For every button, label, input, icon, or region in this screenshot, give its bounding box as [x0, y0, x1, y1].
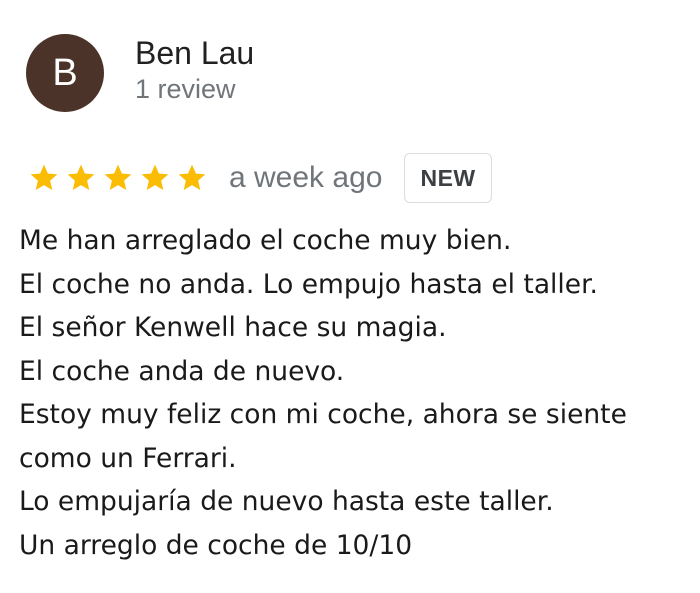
review-text: Me han arreglado el coche muy bien. El c…	[19, 219, 694, 567]
new-badge: NEW	[404, 153, 492, 203]
review-line: El coche anda de nuevo.	[19, 355, 345, 387]
review-line: como un Ferrari.	[19, 442, 237, 474]
review-line: El señor Kenwell hace su magia.	[19, 312, 447, 343]
review-count: 1 review	[135, 74, 236, 104]
star-icon	[176, 162, 208, 194]
star-icon	[139, 162, 171, 194]
review-line: Un arreglo de coche de 10/10	[19, 529, 413, 561]
review-line: Me han arreglado el coche muy bien.	[19, 225, 512, 256]
star-rating	[28, 162, 213, 194]
reviewer-header: B Ben Lau 1 review	[26, 34, 254, 112]
review-time: a week ago	[229, 161, 383, 194]
review-line: Lo empujaría de nuevo hasta este taller.	[19, 486, 554, 517]
avatar-letter: B	[52, 51, 78, 94]
star-icon	[102, 162, 134, 194]
reviewer-name[interactable]: Ben Lau	[135, 34, 254, 72]
avatar[interactable]: B	[26, 34, 104, 112]
review-line: Estoy muy feliz con mi coche, ahora se s…	[19, 399, 627, 430]
review-line: El coche no anda. Lo empujo hasta el tal…	[19, 268, 598, 300]
reviewer-info: Ben Lau 1 review	[135, 34, 254, 106]
star-icon	[28, 162, 60, 194]
rating-row: a week ago NEW	[28, 153, 492, 203]
star-icon	[65, 162, 97, 194]
